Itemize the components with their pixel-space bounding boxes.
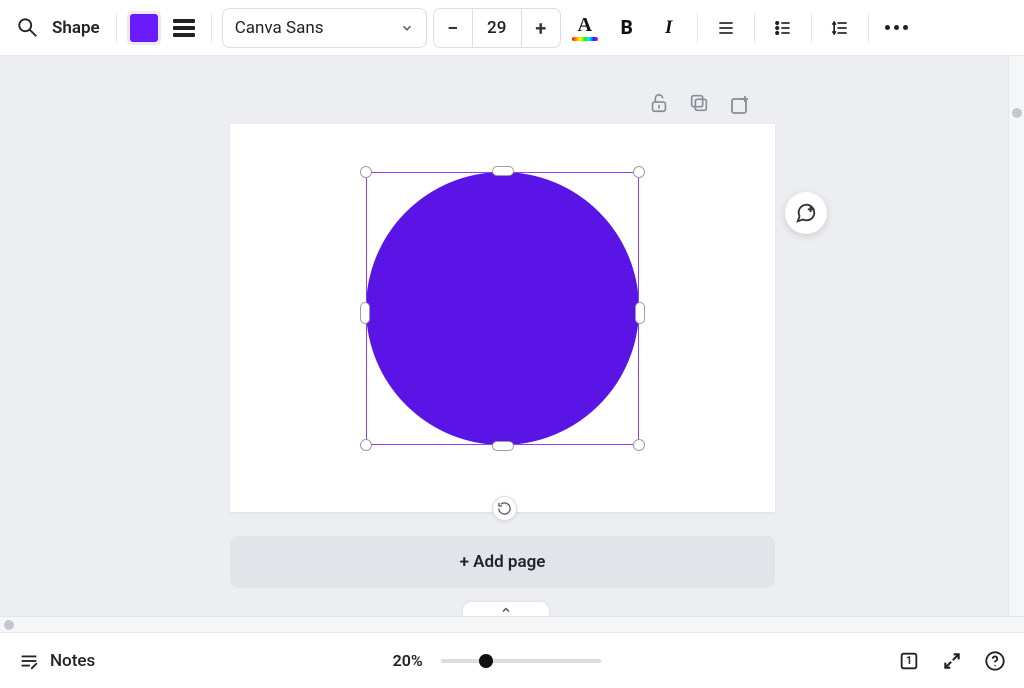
resize-handle-right[interactable] <box>635 302 645 324</box>
font-family-select[interactable]: Canva Sans <box>222 8 427 48</box>
minus-icon: − <box>447 16 458 40</box>
text-align-button[interactable] <box>708 10 744 46</box>
border-style-button[interactable] <box>167 11 201 45</box>
resize-handle-bottom[interactable] <box>492 441 514 451</box>
notes-button[interactable]: Notes <box>18 650 95 672</box>
page-actions-group <box>648 92 752 116</box>
status-right-tools: 1 <box>898 650 1006 672</box>
resize-handle-top-right[interactable] <box>633 166 645 178</box>
new-page-icon[interactable] <box>728 92 752 116</box>
grid-view-button[interactable]: 1 <box>898 650 920 672</box>
add-page-button[interactable]: + Add page <box>230 536 775 588</box>
canvas-area[interactable]: + Add page <box>0 56 1024 632</box>
zoom-control: 20% <box>393 651 601 670</box>
comment-button[interactable] <box>785 192 827 234</box>
italic-button[interactable]: I <box>651 17 687 39</box>
add-page-label: + Add page <box>460 552 546 572</box>
chevron-down-icon <box>400 21 414 35</box>
collapse-panel-button[interactable] <box>462 601 550 617</box>
scrollbar-thumb[interactable] <box>4 620 14 630</box>
fullscreen-button[interactable] <box>942 651 962 671</box>
grid-count: 1 <box>898 650 920 672</box>
zoom-percentage[interactable]: 20% <box>393 651 423 670</box>
divider <box>811 13 812 43</box>
duplicate-page-icon[interactable] <box>688 92 710 116</box>
divider <box>868 13 869 43</box>
list-button[interactable] <box>765 10 801 46</box>
resize-handle-bottom-right[interactable] <box>633 439 645 451</box>
divider <box>754 13 755 43</box>
divider <box>116 13 117 43</box>
notes-label: Notes <box>50 651 95 671</box>
shape-tool-group: Shape <box>10 10 106 46</box>
zoom-slider-knob[interactable] <box>479 654 493 668</box>
shape-icon[interactable] <box>10 10 46 46</box>
text-color-button[interactable]: A <box>567 15 603 41</box>
resize-handle-top[interactable] <box>492 166 514 176</box>
shape-label[interactable]: Shape <box>52 18 100 38</box>
zoom-slider[interactable] <box>441 659 601 663</box>
plus-icon: + <box>535 16 546 40</box>
lock-icon[interactable] <box>648 92 670 116</box>
divider <box>697 13 698 43</box>
fill-color-swatch[interactable] <box>127 11 161 45</box>
resize-handle-bottom-left[interactable] <box>360 439 372 451</box>
text-color-A-icon: A <box>577 15 591 35</box>
more-options-button[interactable] <box>879 25 915 30</box>
resize-handle-left[interactable] <box>360 302 370 324</box>
resize-handle-top-left[interactable] <box>360 166 372 178</box>
rainbow-bar-icon <box>572 37 598 41</box>
divider <box>211 13 212 43</box>
line-spacing-button[interactable] <box>822 10 858 46</box>
bold-button[interactable]: B <box>609 16 645 39</box>
selection-box <box>366 172 639 445</box>
toolbar: Shape Canva Sans − 29 + A B I <box>0 0 1024 56</box>
font-family-value: Canva Sans <box>235 18 324 38</box>
statusbar: Notes 20% 1 <box>0 632 1024 688</box>
font-size-decrease-button[interactable]: − <box>434 9 472 47</box>
font-size-stepper: − 29 + <box>433 8 561 48</box>
font-size-increase-button[interactable]: + <box>522 9 560 47</box>
horizontal-scrollbar[interactable] <box>0 616 1024 632</box>
vertical-scrollbar[interactable] <box>1008 56 1024 632</box>
font-size-value[interactable]: 29 <box>472 9 522 47</box>
rotate-handle[interactable] <box>492 496 517 521</box>
help-button[interactable] <box>984 650 1006 672</box>
scrollbar-thumb[interactable] <box>1012 108 1022 118</box>
notes-icon <box>18 650 40 672</box>
design-page[interactable] <box>230 124 775 512</box>
